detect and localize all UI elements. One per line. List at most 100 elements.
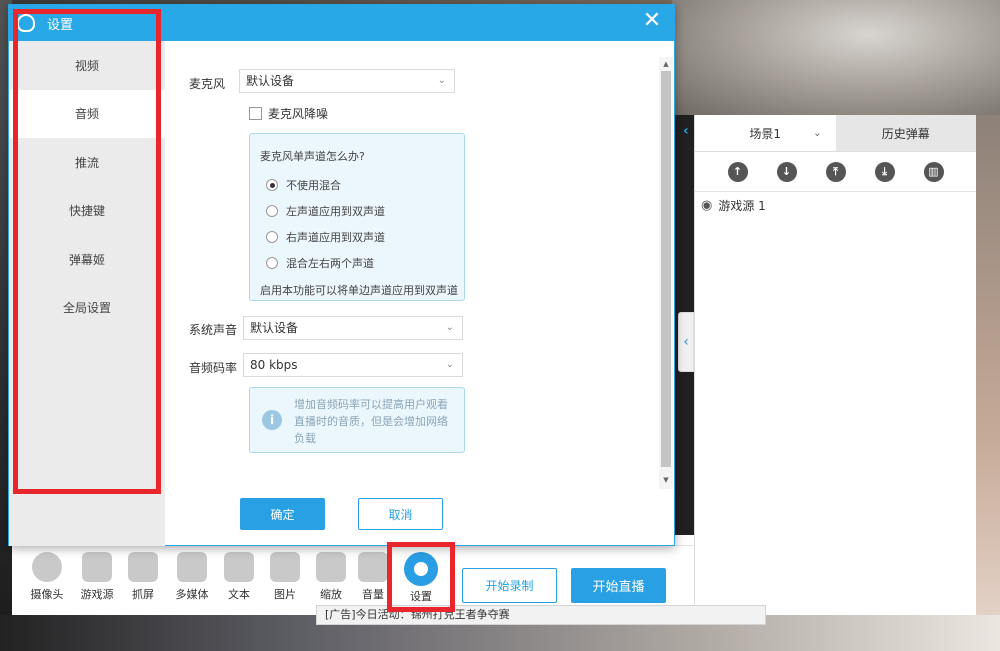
- settings-dialog: 设置 ✕ 视频 音频 推流 快捷键 弹幕姬 全局设置 麦克风 默认设备 ⌄ 麦克…: [8, 4, 675, 546]
- sidebar-item-global[interactable]: 全局设置: [9, 284, 165, 333]
- toolbar-image[interactable]: 图片: [262, 552, 308, 602]
- scene-tabs: 场景1 ⌄ 历史弹幕: [695, 115, 976, 152]
- gear-icon: [404, 552, 438, 586]
- sidebar-item-danmaku[interactable]: 弹幕姬: [9, 235, 165, 284]
- camera-icon: [32, 552, 62, 582]
- mono-option-left[interactable]: 左声道应用到双声道: [260, 198, 454, 224]
- background-right: [976, 115, 1000, 651]
- start-record-button[interactable]: 开始录制: [462, 568, 557, 603]
- toolbar-game-label: 游戏源: [80, 588, 114, 601]
- toolbar-zoom[interactable]: 缩放: [308, 552, 354, 602]
- dialog-title: 设置: [47, 17, 74, 33]
- back-icon[interactable]: ‹: [683, 123, 695, 145]
- bitrate-select[interactable]: 80 kbps ⌄: [243, 353, 463, 377]
- bitrate-info-text: 增加音频码率可以提高用户观看直播时的音质，但是会增加网络负载: [294, 398, 448, 445]
- expand-icon: [316, 552, 346, 582]
- source-name: 游戏源 1: [718, 198, 766, 213]
- mono-option-label: 不使用混合: [286, 179, 341, 192]
- background-top-right: [672, 0, 1000, 115]
- toolbar-volume-label: 音量: [362, 588, 384, 601]
- gamepad-icon: [82, 552, 112, 582]
- start-live-button[interactable]: 开始直播: [571, 568, 666, 603]
- toolbar-media-label: 多媒体: [175, 588, 209, 601]
- toolbar-camera[interactable]: 摄像头: [24, 552, 70, 602]
- mic-select[interactable]: 默认设备 ⌄: [239, 69, 455, 93]
- bitrate-info-box: i 增加音频码率可以提高用户观看直播时的音质，但是会增加网络负载: [249, 387, 465, 453]
- source-item[interactable]: ◉ 游戏源 1: [695, 194, 976, 216]
- mono-option-label: 混合左右两个声道: [286, 257, 374, 270]
- screen-capture-icon: [128, 552, 158, 582]
- radio-button[interactable]: [266, 179, 278, 191]
- toolbar-zoom-label: 缩放: [320, 588, 342, 601]
- radio-button[interactable]: [266, 257, 278, 269]
- text-doc-icon: [224, 552, 254, 582]
- toolbar-media[interactable]: 多媒体: [169, 552, 215, 602]
- mic-select-value: 默认设备: [246, 74, 295, 88]
- mono-hint: 启用本功能可以将单边声道应用到双声道: [260, 284, 458, 297]
- chevron-down-icon[interactable]: ⌄: [813, 128, 821, 139]
- scene-toolbar: ↑ ↓ ⤒ ⤓ ▥: [695, 152, 976, 192]
- dialog-header: 设置 ✕: [9, 5, 674, 41]
- mono-question: 麦克风单声道怎么办?: [260, 150, 365, 163]
- system-sound-value: 默认设备: [250, 321, 299, 335]
- tab-scene[interactable]: 场景1 ⌄: [695, 115, 836, 151]
- lightbulb-icon: [17, 14, 35, 32]
- toolbar-game-source[interactable]: 游戏源: [74, 552, 120, 602]
- mono-option-label: 右声道应用到双声道: [286, 231, 385, 244]
- move-top-icon[interactable]: ⤒: [825, 161, 846, 182]
- collapse-panel-button[interactable]: ‹: [678, 312, 694, 372]
- chevron-down-icon: ⌄: [445, 359, 454, 370]
- scroll-thumb[interactable]: [661, 71, 671, 467]
- toolbar-capture-label: 抓屏: [132, 588, 154, 601]
- eye-icon[interactable]: ◉: [701, 198, 712, 213]
- cancel-button[interactable]: 取消: [358, 498, 443, 530]
- ok-button[interactable]: 确定: [240, 498, 325, 530]
- toolbar-volume[interactable]: 音量: [350, 552, 396, 602]
- toolbar-text[interactable]: 文本: [216, 552, 262, 602]
- mono-option-none[interactable]: 不使用混合: [260, 172, 454, 198]
- scroll-down-icon[interactable]: ▼: [661, 475, 671, 485]
- radio-button[interactable]: [266, 231, 278, 243]
- noise-suppression-checkbox[interactable]: [249, 107, 262, 120]
- arrow-up-icon[interactable]: ↑: [727, 161, 748, 182]
- mic-label: 麦克风: [188, 77, 225, 91]
- tab-history-label: 历史弹幕: [881, 126, 930, 141]
- bitrate-label: 音频码率: [188, 361, 237, 375]
- noise-suppression-label: 麦克风降噪: [268, 107, 329, 121]
- mono-options-box: 麦克风单声道怎么办? 不使用混合 左声道应用到双声道 右声道应用到双声道 混合左…: [249, 133, 465, 301]
- toolbar-text-label: 文本: [228, 588, 250, 601]
- chevron-down-icon: ⌄: [437, 75, 446, 86]
- sidebar-item-audio[interactable]: 音频: [9, 89, 165, 138]
- toolbar-camera-label: 摄像头: [30, 588, 64, 601]
- sidebar-item-hotkeys[interactable]: 快捷键: [9, 187, 165, 236]
- move-bottom-icon[interactable]: ⤓: [874, 161, 895, 182]
- scroll-up-icon[interactable]: ▲: [661, 59, 671, 69]
- sidebar-item-stream[interactable]: 推流: [9, 138, 165, 187]
- mono-option-mix[interactable]: 混合左右两个声道: [260, 250, 454, 276]
- toolbar-screen-capture[interactable]: 抓屏: [120, 552, 166, 602]
- toolbar-settings[interactable]: 设置: [398, 552, 444, 604]
- toolbar-settings-label: 设置: [410, 590, 432, 603]
- mono-option-right[interactable]: 右声道应用到双声道: [260, 224, 454, 250]
- audio-settings-content: 麦克风 默认设备 ⌄ 麦克风降噪 麦克风单声道怎么办? 不使用混合 左声道应用到…: [165, 41, 655, 481]
- arrow-down-icon[interactable]: ↓: [776, 161, 797, 182]
- toolbar-image-label: 图片: [274, 588, 296, 601]
- scrollbar[interactable]: ▲ ▼: [659, 57, 673, 489]
- settings-sidebar: 视频 音频 推流 快捷键 弹幕姬 全局设置: [9, 41, 165, 546]
- close-icon[interactable]: ✕: [640, 10, 664, 34]
- bitrate-value: 80 kbps: [250, 358, 298, 372]
- noise-suppression-row[interactable]: 麦克风降噪: [249, 105, 328, 122]
- system-sound-select[interactable]: 默认设备 ⌄: [243, 316, 463, 340]
- video-camera-icon: [177, 552, 207, 582]
- ad-banner[interactable]: [广告]今日活动：锦州打克王者争夺赛: [316, 605, 766, 625]
- system-sound-label: 系统声音: [188, 323, 237, 337]
- scene-panel: ‹ 场景1 ⌄ 历史弹幕 ↑ ↓ ⤒ ⤓ ▥ ◉ 游戏源 1: [683, 115, 976, 615]
- info-icon: i: [262, 410, 282, 430]
- trash-icon[interactable]: ▥: [923, 161, 944, 182]
- radio-button[interactable]: [266, 205, 278, 217]
- speaker-icon: [358, 552, 388, 582]
- tab-history[interactable]: 历史弹幕: [835, 115, 976, 151]
- sidebar-item-video[interactable]: 视频: [9, 41, 165, 90]
- tab-scene-label: 场景1: [749, 126, 782, 141]
- image-icon: [270, 552, 300, 582]
